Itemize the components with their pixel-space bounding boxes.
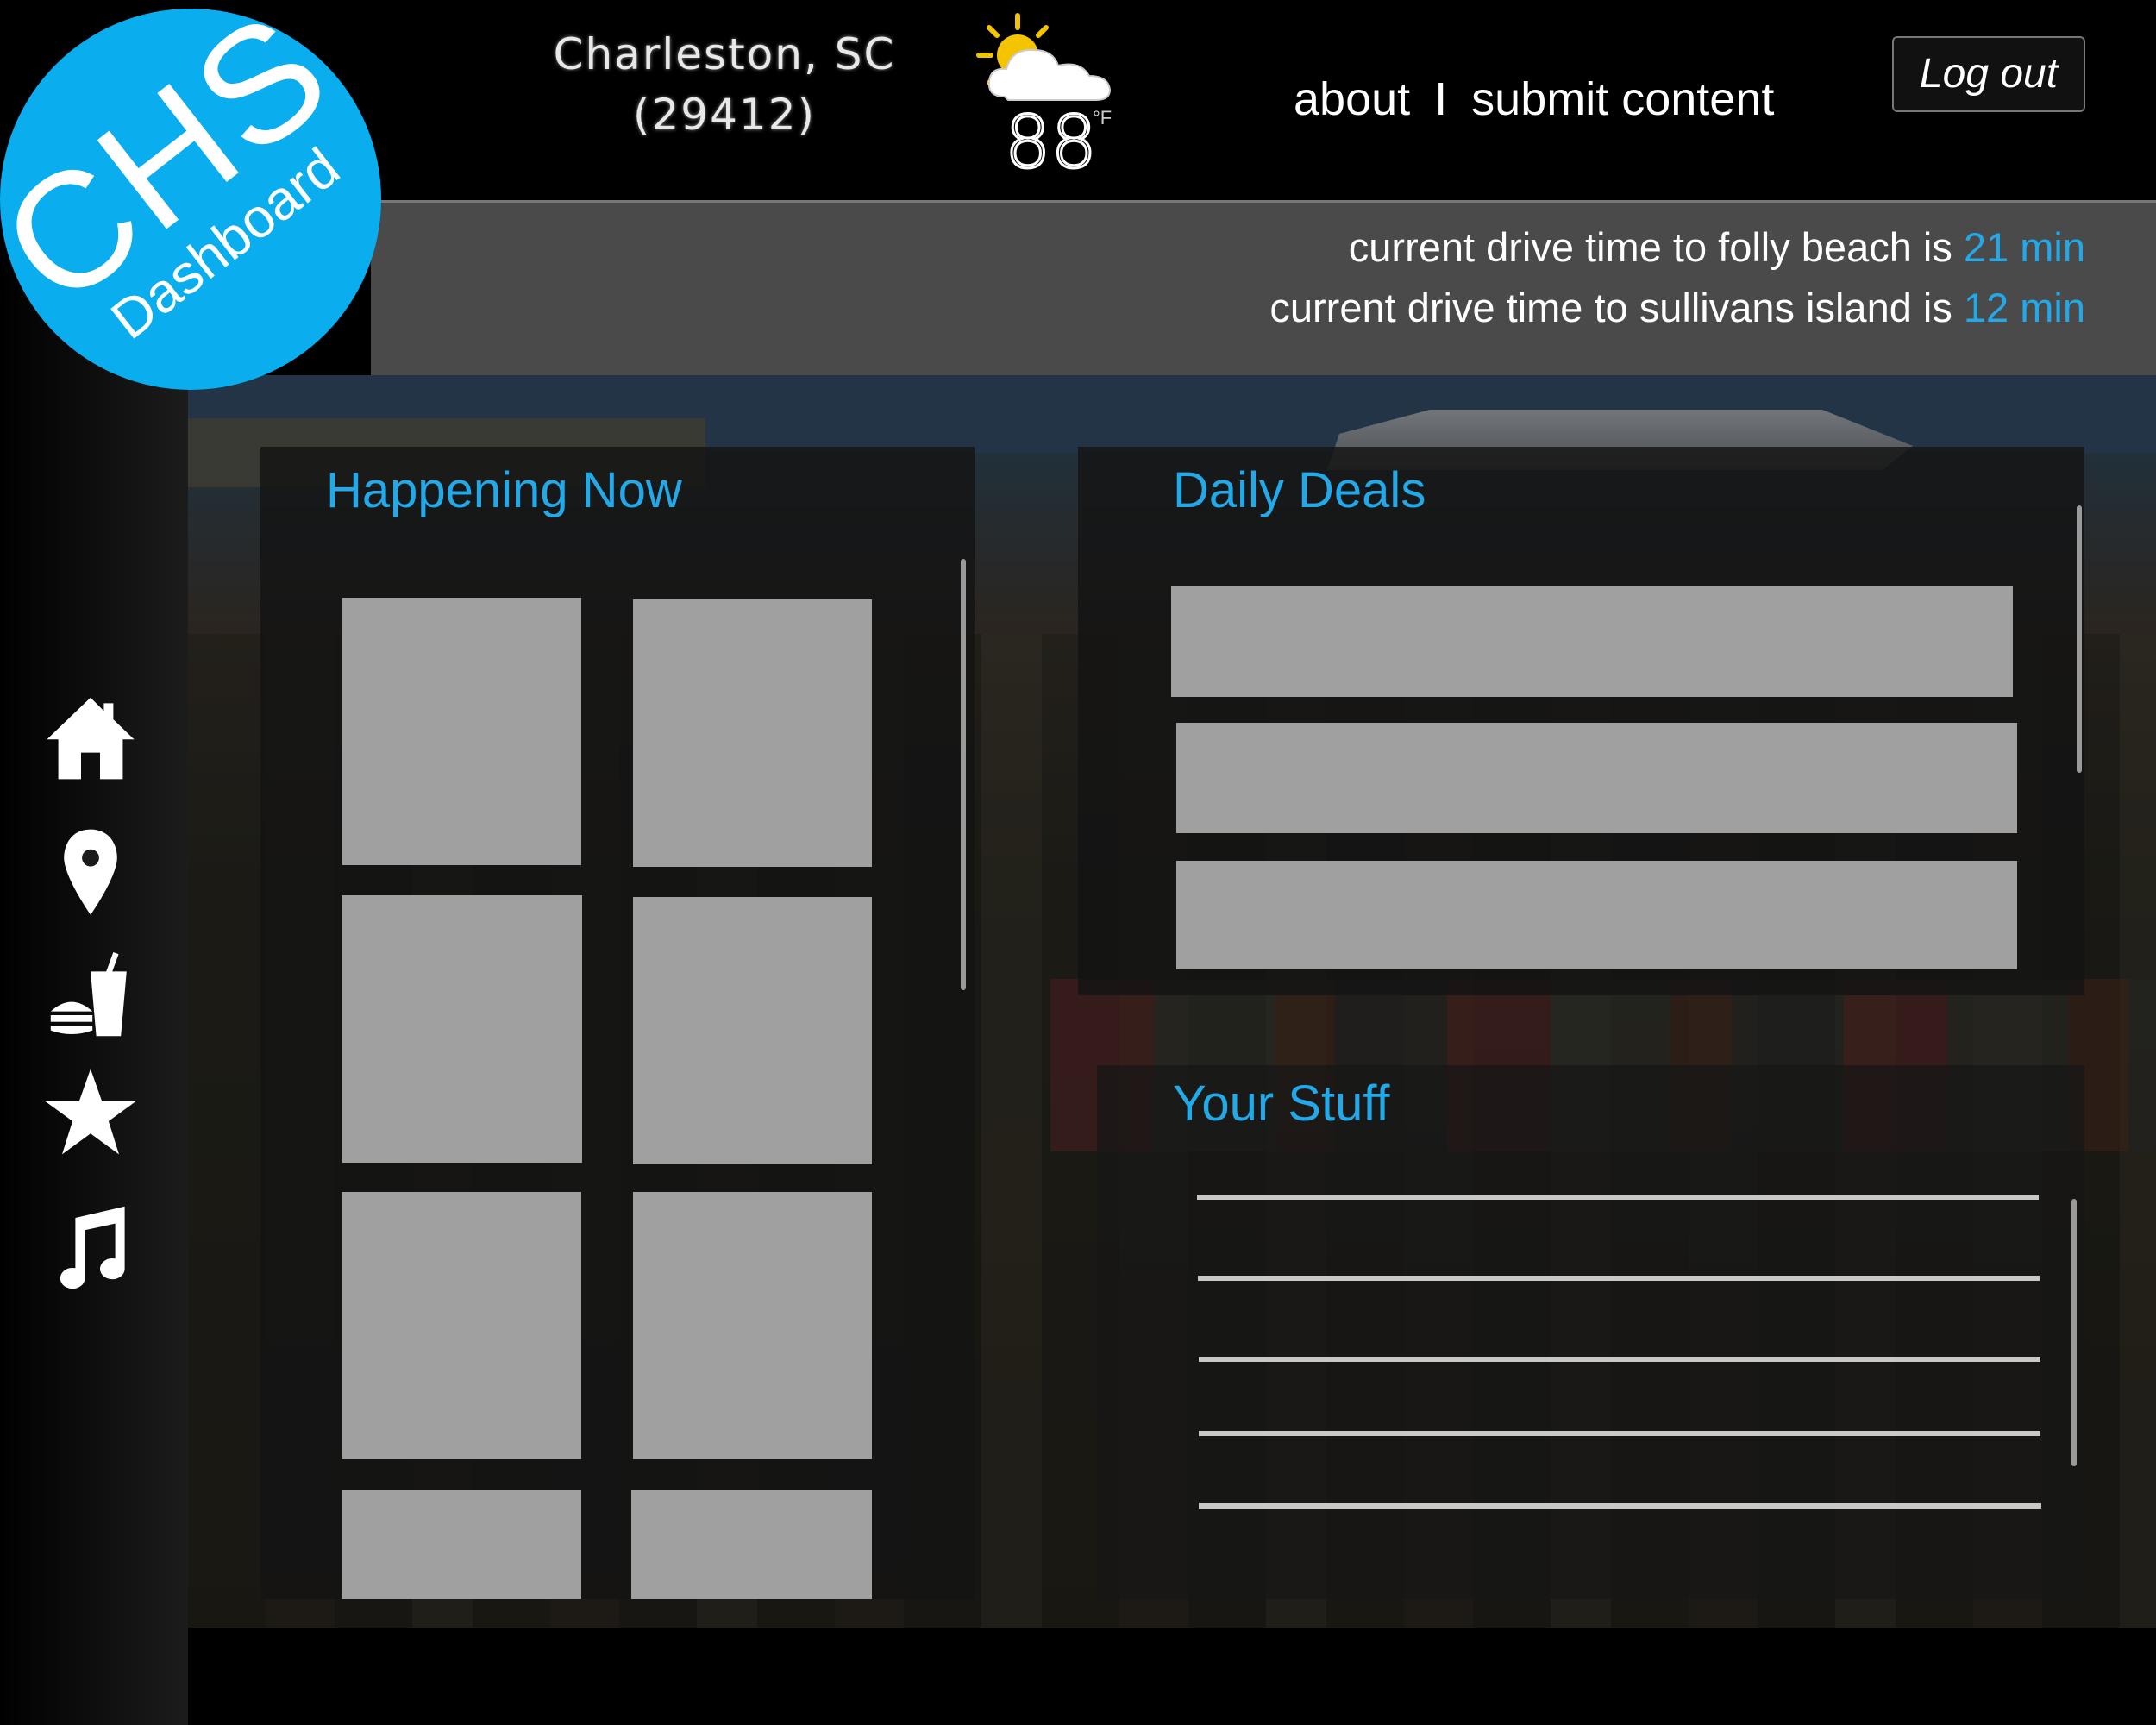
- drive-time-bar: current drive time to folly beach is 21 …: [371, 203, 2156, 375]
- panel-title: Daily Deals: [1173, 462, 1426, 518]
- event-tile[interactable]: [342, 1490, 581, 1599]
- top-nav: about Isubmit content: [1294, 69, 1774, 129]
- list-item-divider: [1199, 1431, 2040, 1436]
- location-city: Charleston, SC: [553, 29, 896, 79]
- list-item-divider: [1197, 1195, 2039, 1200]
- event-tile[interactable]: [342, 598, 581, 865]
- deal-item[interactable]: [1176, 723, 2017, 833]
- list-item-divider: [1198, 1276, 2040, 1281]
- drive-time-value: 21 min: [1963, 224, 2085, 270]
- logo[interactable]: CHS Dashboard: [0, 9, 381, 390]
- drive-time-folly: current drive time to folly beach is 21 …: [1348, 224, 2085, 270]
- submit-content-link[interactable]: submit content: [1471, 69, 1774, 129]
- drive-time-value: 12 min: [1963, 285, 2085, 330]
- map-pin-icon[interactable]: [43, 824, 138, 919]
- event-tile[interactable]: [633, 599, 872, 867]
- partly-cloudy-icon: [976, 13, 1112, 101]
- temperature: 88: [1004, 100, 1099, 185]
- event-tile[interactable]: [633, 1192, 872, 1459]
- scrollbar[interactable]: [2077, 505, 2082, 773]
- weather-widget: 88 °F: [970, 10, 1117, 183]
- panel-title: Your Stuff: [1173, 1076, 1390, 1132]
- nav-separator: I: [1434, 73, 1448, 125]
- home-icon[interactable]: [43, 690, 138, 785]
- star-icon[interactable]: [43, 1065, 138, 1160]
- your-stuff-panel: Your Stuff: [1097, 1065, 2084, 1599]
- drive-time-sullivans: current drive time to sullivans island i…: [1269, 285, 2085, 330]
- location-zip: (29412): [632, 90, 817, 140]
- event-tile[interactable]: [633, 897, 872, 1164]
- daily-deals-panel: Daily Deals: [1078, 447, 2084, 995]
- deal-item[interactable]: [1176, 861, 2017, 969]
- event-tile[interactable]: [342, 895, 582, 1163]
- music-note-icon[interactable]: [43, 1199, 138, 1294]
- location: Charleston, SC (29412): [552, 24, 897, 145]
- list-item-divider: [1199, 1503, 2041, 1509]
- temperature-unit: °F: [1093, 107, 1112, 129]
- event-tile[interactable]: [342, 1192, 581, 1459]
- food-drink-icon[interactable]: [43, 949, 138, 1044]
- panel-title: Happening Now: [326, 462, 682, 518]
- about-link[interactable]: about: [1294, 69, 1410, 129]
- list-item-divider: [1199, 1357, 2040, 1362]
- scrollbar[interactable]: [961, 559, 966, 990]
- logout-button[interactable]: Log out: [1892, 36, 2085, 112]
- happening-now-panel: Happening Now: [260, 447, 975, 1599]
- scrollbar[interactable]: [2071, 1199, 2077, 1466]
- event-tile[interactable]: [631, 1490, 872, 1599]
- deal-item[interactable]: [1171, 586, 2013, 697]
